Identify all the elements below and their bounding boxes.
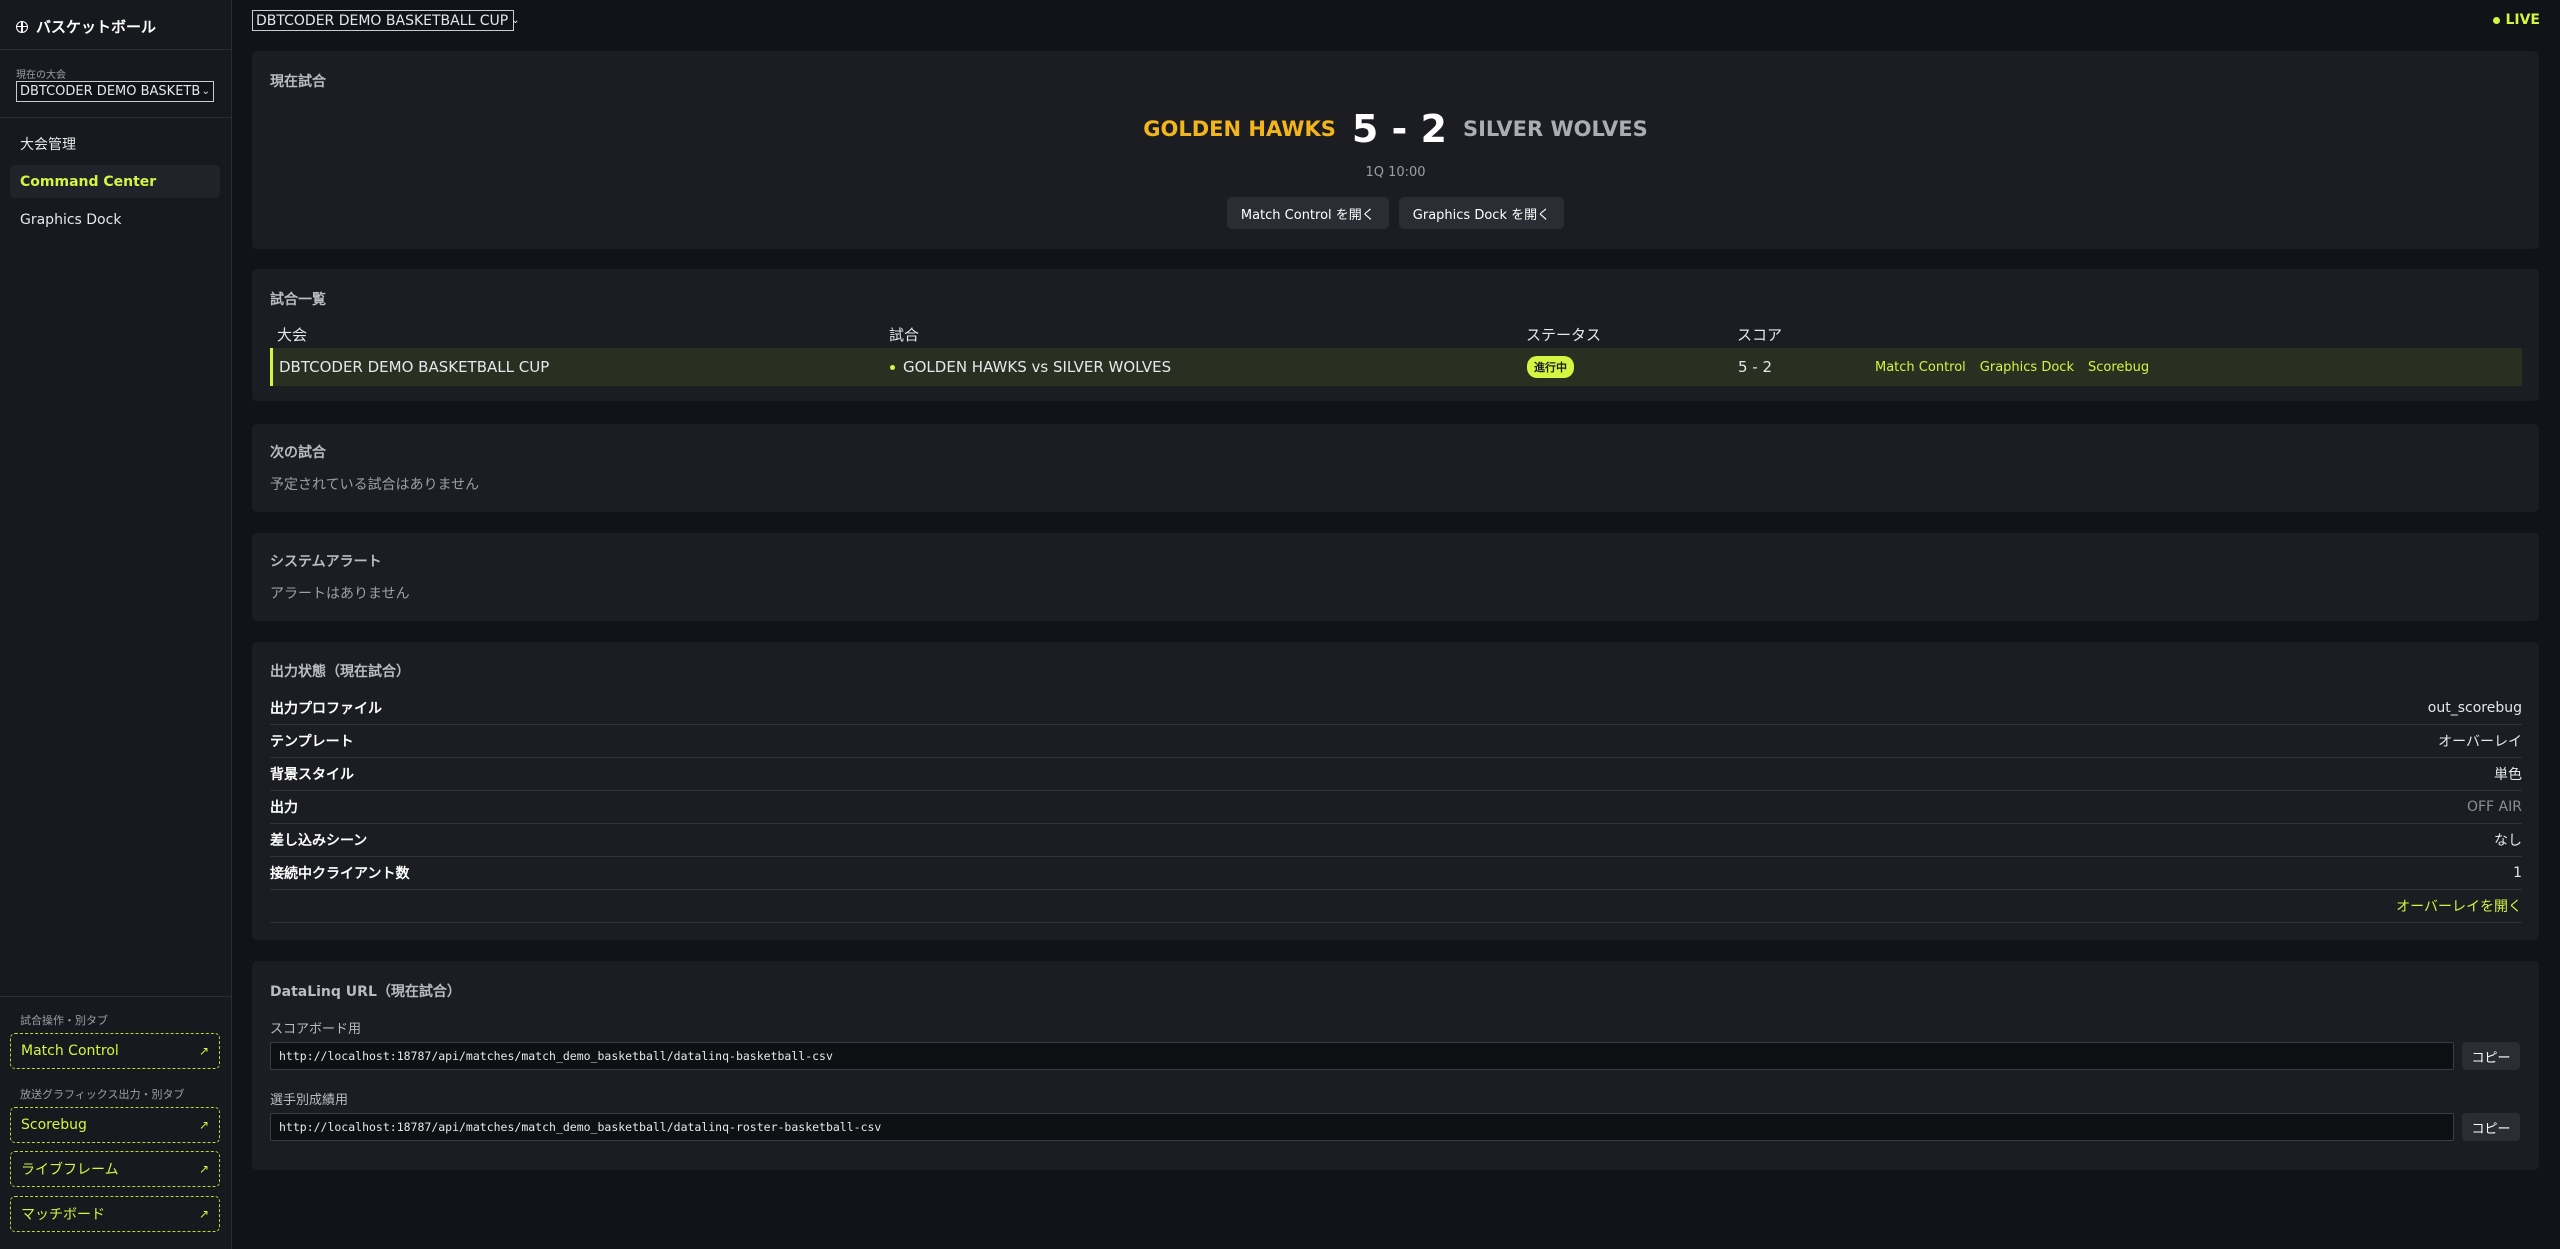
row-link-graphics-dock[interactable]: Graphics Dock — [1980, 360, 2074, 375]
row-link-match-control[interactable]: Match Control — [1875, 360, 1966, 375]
broadcast-label: 放送グラフィックス出力・別タブ — [20, 1088, 185, 1101]
live-dot-icon — [2493, 16, 2501, 24]
scoreline: GOLDEN HAWKS 5 - 2 SILVER WOLVES — [252, 107, 2539, 151]
current-tournament-select[interactable]: DBTCODER DEMO BASKETBALL CUP ⌄ — [16, 81, 214, 102]
open-match-control-button[interactable]: Match Control を開く — [1226, 197, 1389, 229]
brand-label: バスケットボール — [36, 18, 157, 36]
column-header-match: 試合 — [889, 326, 920, 344]
row-match: GOLDEN HAWKS vs SILVER WOLVES — [890, 348, 1171, 386]
current-match-title: 現在試合 — [270, 74, 326, 90]
chevron-down-icon: ⌄ — [511, 15, 520, 26]
sidebar-link-match-control[interactable]: Match Control ↗ — [10, 1033, 220, 1069]
nav-item-command-center[interactable]: Command Center — [10, 165, 220, 198]
roster-url-field[interactable]: http://localhost:18787/api/matches/match… — [270, 1113, 2454, 1141]
status-row-connected-clients: 接続中クライアント数 1 — [270, 857, 2522, 890]
row-status: 進行中 — [1527, 348, 1574, 386]
external-link-icon: ↗ — [198, 1162, 209, 1176]
home-team: GOLDEN HAWKS — [1143, 117, 1336, 141]
divider — [0, 117, 231, 118]
status-badge: 進行中 — [1527, 356, 1574, 378]
output-status-title: 出力状態（現在試合） — [270, 664, 410, 680]
match-ops-label: 試合操作・別タブ — [20, 1014, 108, 1027]
score: 5 - 2 — [1351, 107, 1447, 151]
row-score: 5 - 2 — [1738, 358, 1773, 376]
external-link-icon: ↗ — [198, 1207, 209, 1221]
scoreboard-url-label: スコアボード用 — [270, 1022, 362, 1037]
status-row-output: 出力 OFF AIR — [270, 791, 2522, 824]
row-tournament: DBTCODER DEMO BASKETBALL CUP — [279, 358, 550, 376]
sidebar-link-scorebug[interactable]: Scorebug ↗ — [10, 1107, 220, 1143]
column-header-status: ステータス — [1526, 326, 1602, 344]
divider — [0, 996, 231, 997]
open-overlay-link[interactable]: オーバーレイを開く — [2396, 896, 2522, 916]
nav-item-tournament-management[interactable]: 大会管理 — [10, 127, 220, 160]
datalinq-title: DataLinq URL（現在試合） — [270, 984, 461, 1000]
alerts-title: システムアラート — [270, 554, 382, 570]
alerts-empty: アラートはありません — [270, 586, 410, 602]
live-dot-icon — [890, 364, 895, 370]
sidebar-link-live-frame[interactable]: ライブフレーム ↗ — [10, 1151, 220, 1187]
row-actions: Match Control Graphics Dock Scorebug — [1875, 348, 2163, 386]
basketball-icon — [16, 20, 28, 33]
status-row-background-style: 背景スタイル 単色 — [270, 758, 2522, 791]
current-match-card: 現在試合 GOLDEN HAWKS 5 - 2 SILVER WOLVES 1Q… — [252, 51, 2539, 249]
brand[interactable]: バスケットボール — [16, 16, 156, 37]
next-match-title: 次の試合 — [270, 445, 326, 461]
sidebar: バスケットボール 現在の大会 DBTCODER DEMO BASKETBALL … — [0, 0, 232, 1249]
status-row-output-profile: 出力プロファイル out_scorebug — [270, 692, 2522, 725]
external-link-icon: ↗ — [198, 1118, 209, 1132]
table-row[interactable]: DBTCODER DEMO BASKETBALL CUP GOLDEN HAWK… — [270, 348, 2522, 386]
row-link-scorebug[interactable]: Scorebug — [2088, 360, 2149, 375]
away-team: SILVER WOLVES — [1462, 117, 1648, 141]
external-link-icon: ↗ — [198, 1044, 209, 1058]
match-list-title: 試合一覧 — [270, 292, 326, 308]
alerts-card: システムアラート アラートはありません — [252, 533, 2539, 621]
copy-scoreboard-url-button[interactable]: コピー — [2462, 1042, 2520, 1070]
period-clock: 1Q 10:00 — [1365, 165, 1426, 180]
open-graphics-dock-button[interactable]: Graphics Dock を開く — [1398, 197, 1565, 229]
sidebar-link-match-board[interactable]: マッチボード ↗ — [10, 1196, 220, 1232]
next-match-empty: 予定されている試合はありません — [270, 477, 480, 493]
current-match-actions: Match Control を開く Graphics Dock を開く — [252, 197, 2539, 229]
chevron-down-icon: ⌄ — [201, 86, 210, 97]
tournament-select[interactable]: DBTCODER DEMO BASKETBALL CUP ⌄ — [252, 10, 520, 31]
nav-item-graphics-dock[interactable]: Graphics Dock — [10, 203, 220, 236]
live-indicator: LIVE — [2493, 12, 2540, 28]
column-header-tournament: 大会 — [277, 326, 308, 344]
next-match-card: 次の試合 予定されている試合はありません — [252, 424, 2539, 512]
divider — [0, 49, 231, 50]
status-row-template: テンプレート オーバーレイ — [270, 725, 2522, 758]
status-row-inserted-scene: 差し込みシーン なし — [270, 824, 2522, 857]
current-tournament-label: 現在の大会 — [16, 70, 66, 81]
scoreboard-url-field[interactable]: http://localhost:18787/api/matches/match… — [270, 1042, 2454, 1070]
roster-url-label: 選手別成績用 — [270, 1093, 349, 1108]
open-overlay-row: オーバーレイを開く — [270, 890, 2522, 923]
column-header-score: スコア — [1737, 326, 1783, 344]
copy-roster-url-button[interactable]: コピー — [2462, 1113, 2520, 1141]
